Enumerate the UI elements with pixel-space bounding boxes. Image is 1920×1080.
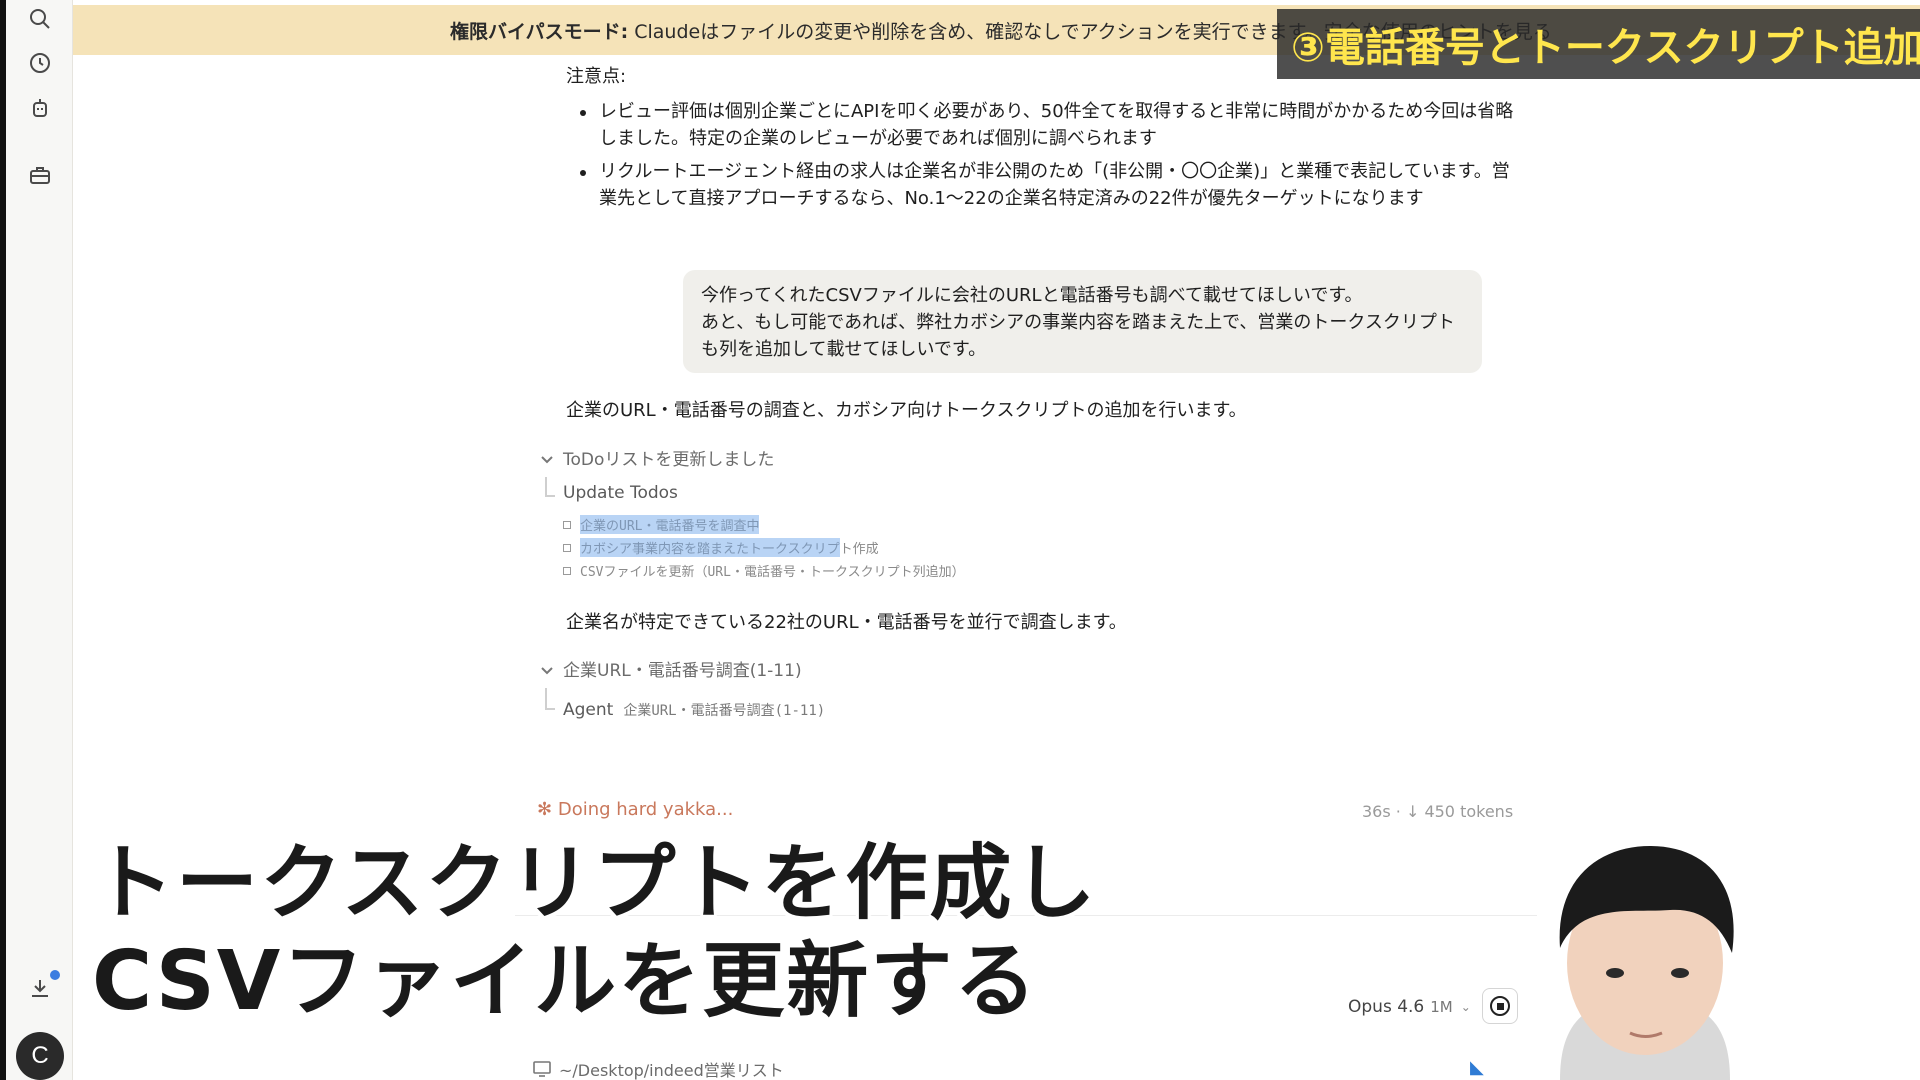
todo-text-selected: 企業のURL・電話番号を調査中 <box>580 515 760 534</box>
list-item: リクルートエージェント経由の求人は企業名が非公開のため「(非公開・〇〇企業)」と… <box>578 158 1518 212</box>
history-icon[interactable] <box>26 49 54 77</box>
video-caption: トークスクリプトを作成し CSVファイルを更新する <box>92 835 1098 1031</box>
assistant-intro: 企業のURL・電話番号の調査と、カボシア向けトークスクリプトの追加を行います。 <box>566 400 1247 421</box>
presenter-webcam <box>1559 846 1734 1080</box>
todo-toggle-label: ToDoリストを更新しました <box>563 450 775 470</box>
status-indicator: ✻ Doing hard yakka... <box>537 799 733 820</box>
toolbox-icon[interactable] <box>26 161 54 189</box>
tree-connector <box>545 477 555 497</box>
stop-button[interactable] <box>1482 988 1518 1024</box>
spinner-icon: ✻ <box>537 799 553 820</box>
download-icon[interactable] <box>26 974 54 1002</box>
avatar[interactable]: C <box>16 1032 64 1080</box>
robot-icon[interactable] <box>26 94 54 122</box>
model-name: Opus 4.6 <box>1348 997 1425 1017</box>
video-section-title: ③電話番号とトークスクリプト追加 <box>1277 9 1920 79</box>
status-text: Doing hard yakka... <box>557 799 734 820</box>
caption-line: トークスクリプトを作成し <box>92 836 1098 931</box>
model-selector[interactable]: Opus 4.6 1M ⌄ <box>1348 997 1471 1017</box>
todo-item: CSVファイルを更新（URL・電話番号・トークスクリプト列追加） <box>563 561 965 580</box>
user-message-line: 今作ってくれたCSVファイルに会社のURLと電話番号も調べて載せてほしいです。 <box>701 285 1363 306</box>
list-item: レビュー評価は個別企業ごとにAPIを叩く必要があり、50件全てを取得すると非常に… <box>578 98 1518 152</box>
tree-connector <box>545 688 555 710</box>
directory-path: ~/Desktop/indeed営業リスト <box>559 1061 784 1080</box>
monitor-icon <box>533 1061 551 1077</box>
context-size: 1M <box>1430 998 1453 1016</box>
todo-text: CSVファイルを更新（URL・電話番号・トークスクリプト列追加） <box>580 565 965 580</box>
todo-sub-label: Update Todos <box>563 483 678 503</box>
chevron-down-icon <box>540 451 554 465</box>
parallel-research-text: 企業名が特定できている22社のURL・電話番号を並行で調査します。 <box>566 612 1127 633</box>
caption-line: CSVファイルを更新する <box>92 934 1039 1029</box>
banner-mode-label: 権限バイパスモード: <box>450 20 629 43</box>
checkbox-icon <box>563 520 571 529</box>
chevron-down-icon <box>540 662 554 676</box>
todo-text-selected: カボシア事業内容を踏まえたトークスクリプ <box>580 538 840 557</box>
agent-task: 企業URL・電話番号調査(1-11) <box>623 703 826 719</box>
checkbox-icon <box>563 543 571 552</box>
status-meta: 36s · ↓ 450 tokens <box>1362 802 1514 821</box>
agent-label: Agent <box>563 700 614 720</box>
checkbox-icon <box>563 566 571 575</box>
agent-row: Agent 企業URL・電話番号調査(1-11) <box>563 700 825 720</box>
todo-toggle[interactable]: ToDoリストを更新しました <box>540 445 774 470</box>
todo-item: カボシア事業内容を踏まえたトークスクリプ ト作成 <box>563 538 879 557</box>
working-directory[interactable]: ~/Desktop/indeed営業リスト <box>533 1057 784 1080</box>
todo-text: ト作成 <box>839 542 879 557</box>
note-bullets: レビュー評価は個別企業ごとにAPIを叩く必要があり、50件全てを取得すると非常に… <box>578 98 1518 218</box>
vscode-icon[interactable]: ◣ <box>1470 1057 1492 1078</box>
search-icon[interactable] <box>26 5 54 33</box>
note-title: 注意点: <box>566 66 627 87</box>
agent-toggle[interactable]: 企業URL・電話番号調査(1-11) <box>540 656 802 681</box>
user-message-line: あと、もし可能であれば、弊社カボシアの事業内容を踏まえた上で、営業のトークスクリ… <box>701 312 1455 360</box>
chevron-down-icon: ⌄ <box>1460 1000 1471 1014</box>
notification-dot <box>50 970 60 980</box>
user-message: 今作ってくれたCSVファイルに会社のURLと電話番号も調べて載せてほしいです。 … <box>683 270 1482 373</box>
sidebar: C <box>6 0 73 1080</box>
todo-item: 企業のURL・電話番号を調査中 <box>563 515 760 534</box>
stop-icon <box>1490 996 1510 1016</box>
agent-toggle-label: 企業URL・電話番号調査(1-11) <box>563 661 802 681</box>
